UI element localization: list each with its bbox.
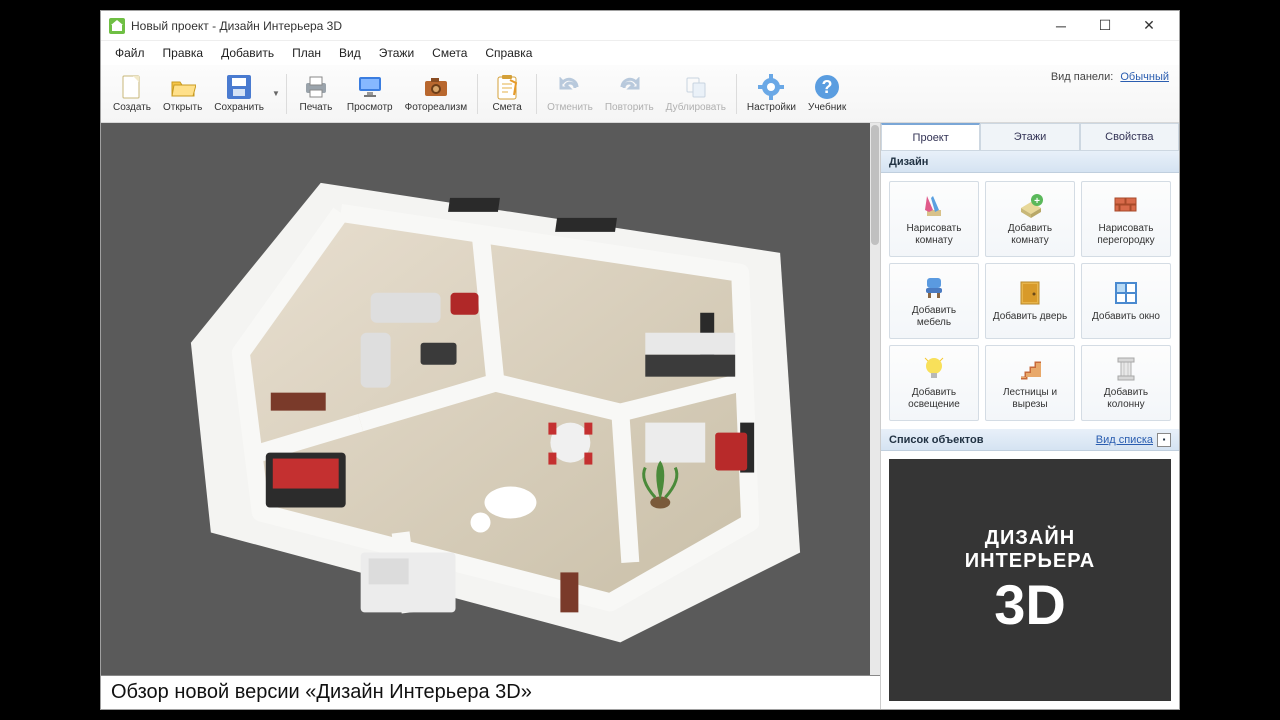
preview-label: Просмотр [347,102,393,113]
design-grid: Нарисовать комнату + Добавить комнату На… [881,173,1179,429]
save-dropdown-icon[interactable]: ▼ [270,89,282,98]
tab-properties[interactable]: Свойства [1080,123,1179,150]
undo-button[interactable]: Отменить [541,72,599,115]
clipboard-icon [494,74,520,100]
maximize-button[interactable]: ☐ [1083,11,1127,41]
list-view-link[interactable]: Вид списка [1096,434,1153,446]
toolbar-separator [477,74,478,114]
duplicate-label: Дублировать [666,102,726,113]
panel-mode-link[interactable]: Обычный [1120,71,1169,83]
photoreal-button[interactable]: Фотореализм [399,72,474,115]
video-caption: Обзор новой версии «Дизайн Интерьера 3D» [101,675,880,709]
section-objects-header: Список объектов Вид списка ▪ [881,429,1179,451]
open-label: Открыть [163,102,202,113]
add-window-button[interactable]: Добавить окно [1081,263,1171,339]
viewport-3d[interactable]: Обзор новой версии «Дизайн Интерьера 3D» [101,123,881,709]
settings-label: Настройки [747,102,796,113]
viewport-scrollbar[interactable] [870,123,880,709]
close-button[interactable]: ✕ [1127,11,1171,41]
add-room-button[interactable]: + Добавить комнату [985,181,1075,257]
logo-card: ДИЗАЙН ИНТЕРЬЕРА 3D [889,459,1171,701]
preview-button[interactable]: Просмотр [341,72,399,115]
menu-floors[interactable]: Этажи [371,44,422,62]
draw-partition-button[interactable]: Нарисовать перегородку [1081,181,1171,257]
sidebar: Проект Этажи Свойства Дизайн Нарисовать … [881,123,1179,709]
redo-label: Повторить [605,102,654,113]
print-label: Печать [300,102,333,113]
bulb-icon [920,355,948,383]
menu-view[interactable]: Вид [331,44,369,62]
titlebar[interactable]: Новый проект - Дизайн Интерьера 3D ─ ☐ ✕ [101,11,1179,41]
svg-text:+: + [1034,196,1040,207]
svg-text:?: ? [822,77,833,97]
pencil-icon [920,191,948,219]
gear-icon [758,74,784,100]
menu-plan[interactable]: План [284,44,329,62]
open-button[interactable]: Открыть [157,72,208,115]
undo-label: Отменить [547,102,593,113]
letterbox-right [1180,0,1280,720]
door-icon [1016,279,1044,307]
estimate-button[interactable]: Смета [482,72,532,115]
panel-mode-label: Вид панели: Обычный [1051,71,1169,83]
camera-icon [423,74,449,100]
add-door-button[interactable]: Добавить дверь [985,263,1075,339]
letterbox-left [0,0,100,720]
chair-icon [920,273,948,301]
draw-room-button[interactable]: Нарисовать комнату [889,181,979,257]
redo-button[interactable]: Повторить [599,72,660,115]
toolbar-separator [286,74,287,114]
window-controls: ─ ☐ ✕ [1039,11,1171,41]
new-file-icon [119,74,145,100]
section-design-header: Дизайн [881,151,1179,173]
help-button[interactable]: ? Учебник [802,72,852,115]
tab-project[interactable]: Проект [881,123,980,150]
estimate-label: Смета [492,102,521,113]
folder-open-icon [170,74,196,100]
workarea: Обзор новой версии «Дизайн Интерьера 3D»… [101,123,1179,709]
toolbar: Создать Открыть Сохранить ▼ Печать Просм… [101,65,1179,123]
menu-add[interactable]: Добавить [213,44,282,62]
create-label: Создать [113,102,151,113]
minimize-button[interactable]: ─ [1039,11,1083,41]
settings-button[interactable]: Настройки [741,72,802,115]
toolbar-separator [736,74,737,114]
undo-icon [557,74,583,100]
brick-wall-icon [1112,191,1140,219]
window-icon [1112,279,1140,307]
list-view-toggle-icon[interactable]: ▪ [1157,433,1171,447]
add-furniture-button[interactable]: Добавить мебель [889,263,979,339]
window-title: Новый проект - Дизайн Интерьера 3D [131,19,1039,33]
create-button[interactable]: Создать [107,72,157,115]
menu-estimate[interactable]: Смета [424,44,475,62]
stairs-button[interactable]: Лестницы и вырезы [985,345,1075,421]
column-icon [1112,355,1140,383]
menu-edit[interactable]: Правка [155,44,212,62]
save-label: Сохранить [214,102,264,113]
save-icon [226,74,252,100]
stairs-icon [1016,355,1044,383]
add-lighting-button[interactable]: Добавить освещение [889,345,979,421]
monitor-icon [357,74,383,100]
photoreal-label: Фотореализм [405,102,468,113]
redo-icon [616,74,642,100]
toolbar-separator [536,74,537,114]
help-icon: ? [814,74,840,100]
duplicate-icon [683,74,709,100]
app-window: Новый проект - Дизайн Интерьера 3D ─ ☐ ✕… [100,10,1180,710]
floorplan-render [101,123,880,682]
room-add-icon: + [1016,191,1044,219]
menubar: Файл Правка Добавить План Вид Этажи Смет… [101,41,1179,65]
help-label: Учебник [808,102,846,113]
sidebar-tabs: Проект Этажи Свойства [881,123,1179,151]
print-button[interactable]: Печать [291,72,341,115]
app-icon [109,18,125,34]
printer-icon [303,74,329,100]
duplicate-button[interactable]: Дублировать [660,72,732,115]
menu-file[interactable]: Файл [107,44,153,62]
add-column-button[interactable]: Добавить колонну [1081,345,1171,421]
menu-help[interactable]: Справка [477,44,540,62]
tab-floors[interactable]: Этажи [980,123,1079,150]
save-button[interactable]: Сохранить [208,72,270,115]
